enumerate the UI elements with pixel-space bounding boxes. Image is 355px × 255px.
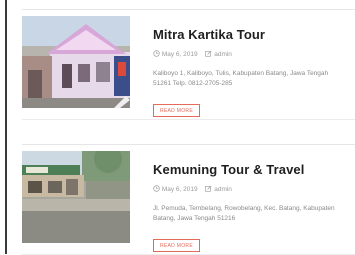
post-author[interactable]: admin bbox=[214, 186, 232, 193]
edit-icon bbox=[205, 185, 212, 192]
excerpt-line: 51261 Telp. 0812-2705-285 bbox=[153, 80, 233, 87]
post-author[interactable]: admin bbox=[214, 51, 232, 58]
post-meta: May 6, 2019 admin bbox=[153, 185, 232, 193]
post-title[interactable]: Mitra Kartika Tour bbox=[153, 27, 265, 42]
read-more-button[interactable]: READ MORE bbox=[153, 104, 200, 117]
excerpt-line: Batang, Jawa Tengah 51216 bbox=[153, 215, 236, 222]
post-meta: May 6, 2019 admin bbox=[153, 50, 232, 58]
clock-icon bbox=[153, 50, 160, 57]
edit-icon bbox=[205, 50, 212, 57]
post-date[interactable]: May 6, 2019 bbox=[162, 186, 198, 193]
post-date[interactable]: May 6, 2019 bbox=[162, 51, 198, 58]
post-title[interactable]: Kemuning Tour & Travel bbox=[153, 162, 304, 177]
clock-icon bbox=[153, 185, 160, 192]
left-border bbox=[5, 0, 7, 254]
street-photo bbox=[22, 151, 130, 243]
card-divider bbox=[22, 119, 355, 120]
excerpt-line: Jl. Pemuda, Tembelang, Rowobelang, Kec. … bbox=[153, 205, 335, 212]
post-excerpt: Jl. Pemuda, Tembelang, Rowobelang, Kec. … bbox=[153, 204, 355, 224]
post-card: Kemuning Tour & Travel May 6, 2019 admin… bbox=[22, 144, 355, 255]
read-more-button[interactable]: READ MORE bbox=[153, 239, 200, 252]
excerpt-line: Kaliboyo 1, Kaliboyo, Tulis, Kabupaten B… bbox=[153, 70, 329, 77]
post-card: Mitra Kartika Tour May 6, 2019 admin Kal… bbox=[22, 9, 355, 120]
building-photo bbox=[22, 16, 130, 108]
post-thumbnail[interactable] bbox=[22, 16, 130, 108]
post-excerpt: Kaliboyo 1, Kaliboyo, Tulis, Kabupaten B… bbox=[153, 69, 355, 89]
post-thumbnail[interactable] bbox=[22, 151, 130, 243]
